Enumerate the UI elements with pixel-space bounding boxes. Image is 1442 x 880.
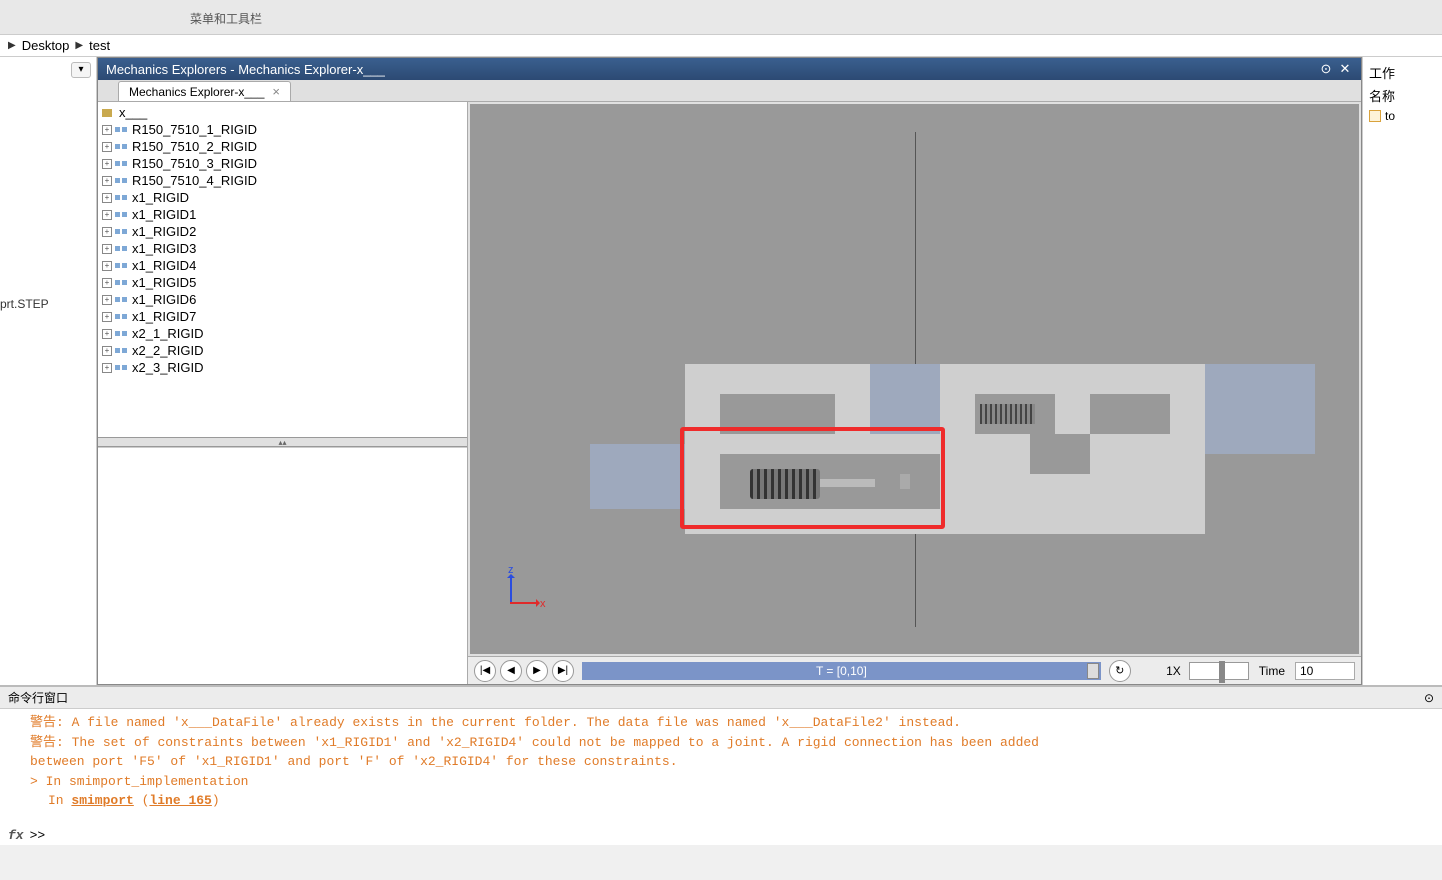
top-toolbar: 菜单和工具栏 — [0, 0, 1442, 35]
tree-item[interactable]: +x1_RIGID2 — [98, 223, 467, 240]
mechanics-explorer-panel: Mechanics Explorers - Mechanics Explorer… — [97, 57, 1362, 685]
model-tree-panel: x___ +R150_7510_1_RIGID +R150_7510_2_RIG… — [98, 102, 468, 684]
tree-root[interactable]: x___ — [98, 104, 467, 121]
splitter-handle[interactable]: ▴▴ — [98, 437, 467, 447]
speed-slider[interactable] — [1189, 662, 1249, 680]
tree-item[interactable]: +R150_7510_4_RIGID — [98, 172, 467, 189]
close-tab-icon[interactable]: × — [272, 84, 280, 99]
explorer-title-text: Mechanics Explorers - Mechanics Explorer… — [106, 62, 385, 77]
play-button[interactable]: ▶ — [526, 660, 548, 682]
tree-item[interactable]: +x2_2_RIGID — [98, 342, 467, 359]
tree-item[interactable]: +x1_RIGID5 — [98, 274, 467, 291]
properties-panel — [98, 447, 467, 684]
workspace-item[interactable]: to — [1369, 109, 1436, 123]
tree-item[interactable]: +R150_7510_2_RIGID — [98, 138, 467, 155]
command-prompt[interactable]: fx >> — [0, 826, 1442, 845]
chevron-right-icon: ▶ — [75, 40, 83, 51]
dropdown-icon[interactable]: ▾ — [71, 62, 91, 78]
time-slider[interactable]: T = [0,10] — [582, 662, 1101, 680]
current-folder-panel: ▾ prt.STEP — [0, 57, 97, 685]
variable-icon — [1369, 110, 1381, 122]
command-window-title[interactable]: 命令行窗口 ⊙ — [0, 687, 1442, 709]
command-output[interactable]: 警告: A file named 'x___DataFile' already … — [0, 709, 1442, 826]
mechanism-model — [590, 364, 1310, 534]
playback-controls: |◀ ◀ ▶ ▶| T = [0,10] ↻ 1X Time — [468, 656, 1361, 684]
breadcrumb[interactable]: ▶ Desktop ▶ test — [0, 35, 1442, 57]
smimport-link[interactable]: smimport — [71, 793, 133, 808]
command-window: 命令行窗口 ⊙ 警告: A file named 'x___DataFile' … — [0, 685, 1442, 845]
tree-item[interactable]: +x2_3_RIGID — [98, 359, 467, 376]
loop-button[interactable]: ↻ — [1109, 660, 1131, 682]
file-label[interactable]: prt.STEP — [0, 297, 49, 311]
slider-thumb[interactable] — [1087, 663, 1099, 679]
tab-label: Mechanics Explorer-x___ — [129, 85, 264, 99]
tab-mechanics-explorer[interactable]: Mechanics Explorer-x___ × — [118, 81, 291, 101]
fx-icon[interactable]: fx — [8, 828, 24, 843]
tree-item[interactable]: +x1_RIGID — [98, 189, 467, 206]
viewport-column: z x |◀ ◀ ▶ ▶| T = [0,10] ↻ 1X T — [468, 102, 1361, 684]
workspace-name-col: 名称 — [1369, 86, 1436, 109]
time-label: Time — [1253, 664, 1291, 678]
line-link[interactable]: line 165 — [149, 793, 211, 808]
tab-bar: Mechanics Explorer-x___ × — [98, 80, 1361, 102]
tree-item[interactable]: +x1_RIGID6 — [98, 291, 467, 308]
3d-viewport[interactable]: z x — [470, 104, 1359, 654]
dock-icon[interactable]: ⊙ — [1318, 61, 1334, 77]
menu-toolbar-label: 菜单和工具栏 — [190, 10, 262, 27]
model-tree[interactable]: x___ +R150_7510_1_RIGID +R150_7510_2_RIG… — [98, 102, 467, 437]
speed-label: 1X — [1135, 664, 1185, 678]
workspace-panel: 工作 名称 to — [1362, 57, 1442, 685]
close-icon[interactable]: ✕ — [1337, 61, 1353, 77]
tree-item[interactable]: +x1_RIGID7 — [98, 308, 467, 325]
chevron-right-icon: ▶ — [8, 40, 16, 51]
tree-item[interactable]: +R150_7510_3_RIGID — [98, 155, 467, 172]
dropdown-icon[interactable]: ⊙ — [1424, 691, 1434, 705]
step-forward-button[interactable]: ▶| — [552, 660, 574, 682]
highlight-box — [680, 427, 945, 529]
tree-item[interactable]: +R150_7510_1_RIGID — [98, 121, 467, 138]
breadcrumb-item[interactable]: test — [89, 38, 110, 53]
workspace-header: 工作 — [1369, 63, 1436, 86]
explorer-titlebar[interactable]: Mechanics Explorers - Mechanics Explorer… — [98, 58, 1361, 80]
breadcrumb-item[interactable]: Desktop — [22, 38, 70, 53]
tree-item[interactable]: +x1_RIGID1 — [98, 206, 467, 223]
tree-item[interactable]: +x2_1_RIGID — [98, 325, 467, 342]
tree-item[interactable]: +x1_RIGID3 — [98, 240, 467, 257]
time-input[interactable] — [1295, 662, 1355, 680]
tree-item[interactable]: +x1_RIGID4 — [98, 257, 467, 274]
step-back-button[interactable]: ◀ — [500, 660, 522, 682]
skip-start-button[interactable]: |◀ — [474, 660, 496, 682]
